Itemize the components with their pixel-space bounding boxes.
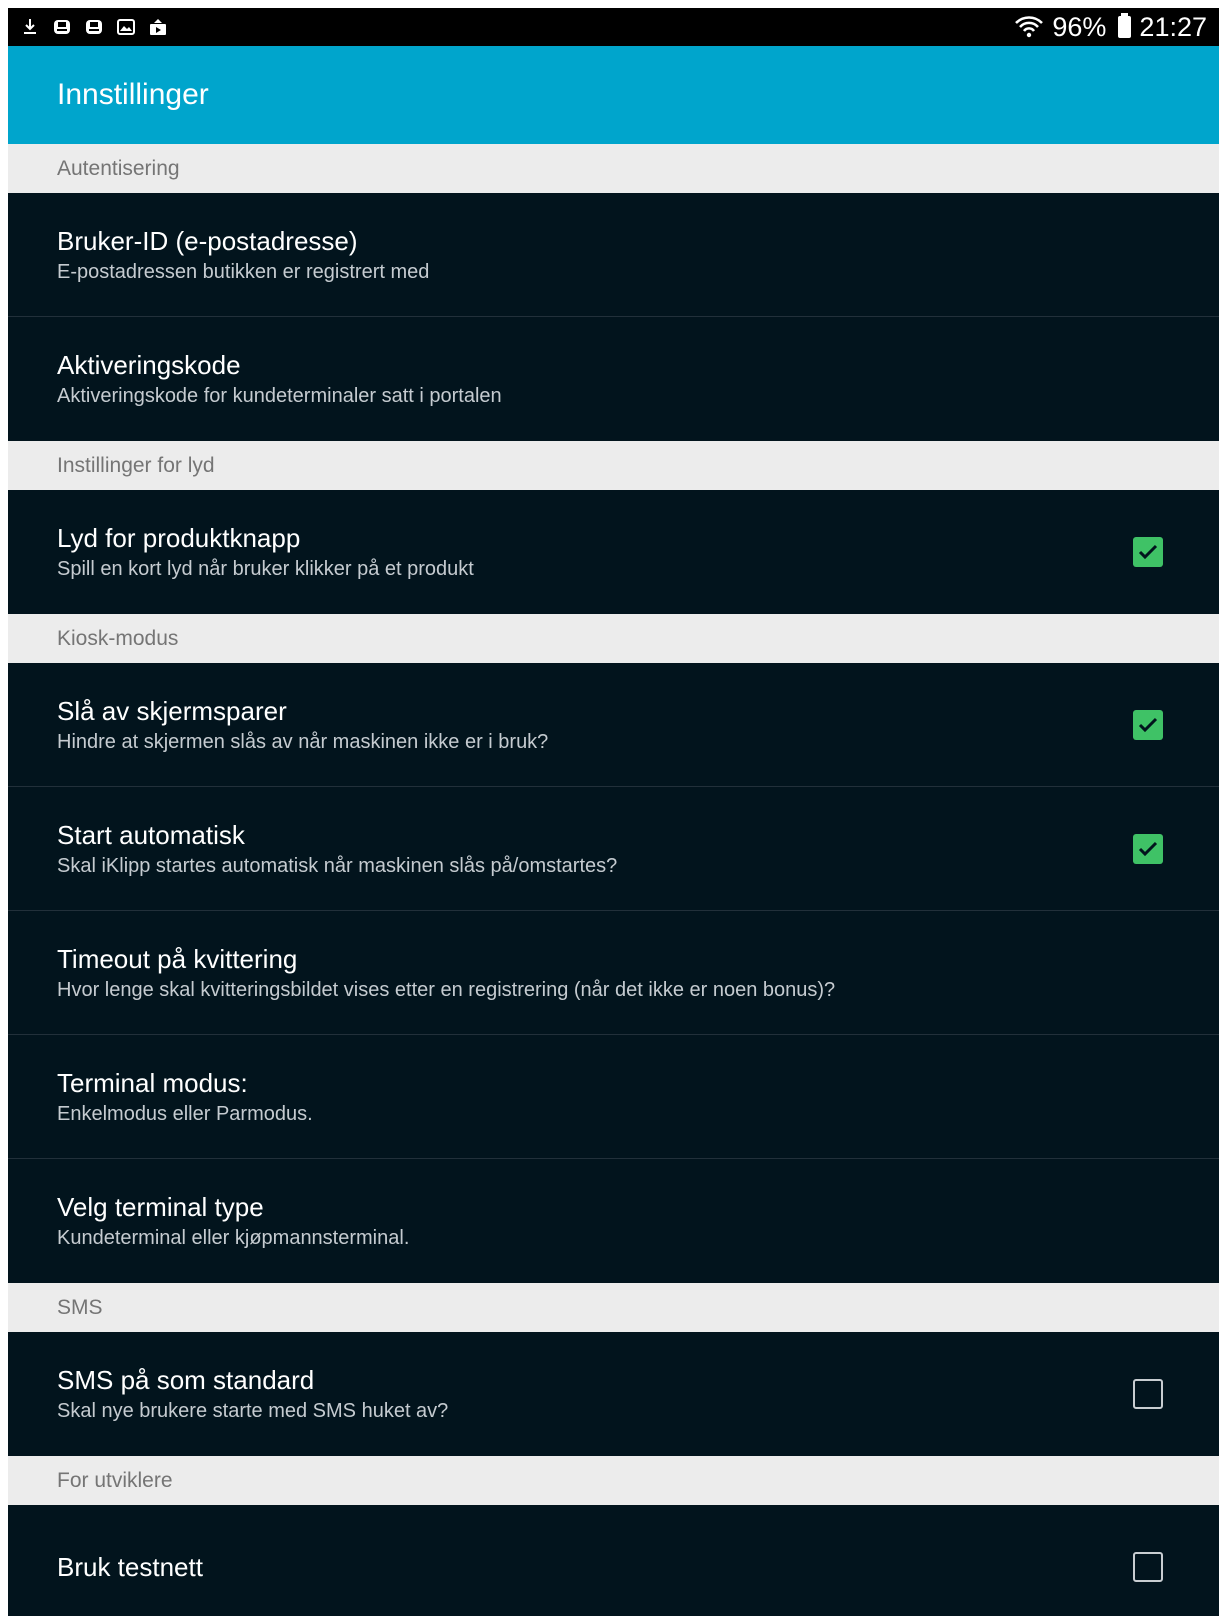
preference-title: Timeout på kvittering	[57, 943, 298, 974]
action-bar: Innstillinger	[8, 46, 1219, 144]
storage-icon	[54, 20, 70, 34]
preference-item[interactable]: Bruker-ID (e-postadresse) E-postadressen …	[8, 193, 1219, 317]
preference-summary: Enkelmodus eller Parmodus.	[57, 1102, 313, 1125]
page-title: Innstillinger	[57, 78, 209, 111]
gallery-icon	[117, 19, 135, 35]
preference-text: Bruk testnett	[57, 1551, 1133, 1583]
preference-text: Timeout på kvittering Hvor lenge skal kvi…	[57, 943, 1163, 1003]
settings-screen: 96% 21:27 Innstillinger Autentisering Bru…	[8, 8, 1219, 1616]
preference-summary: E-postadressen butikken er registrert me…	[57, 260, 430, 283]
preference-title: SMS på som standard	[57, 1365, 315, 1395]
category-header: Autentisering	[8, 144, 1219, 193]
battery-percent: 96%	[1052, 11, 1107, 42]
preference-text: Terminal modus: Enkelmodus eller Parmodus…	[57, 1067, 1163, 1127]
checkmark-icon	[1138, 841, 1158, 856]
preference-text: Velg terminal type Kundeterminal eller kj…	[57, 1191, 1163, 1251]
preference-title: Bruk testnett	[57, 1552, 203, 1582]
status-bar: 96% 21:27	[8, 8, 1219, 46]
preference-title: Start automatisk	[57, 819, 245, 850]
preference-text: SMS på som standard Skal nye brukere star…	[57, 1364, 1133, 1424]
preference-text: Bruker-ID (e-postadresse) E-postadressen …	[57, 225, 1163, 285]
category-header: SMS	[8, 1283, 1219, 1332]
preference-item[interactable]: Lyd for produktknapp Spill en kort lyd nå…	[8, 490, 1219, 614]
checkbox-unchecked[interactable]	[1133, 1552, 1163, 1582]
preference-item[interactable]: SMS på som standard Skal nye brukere star…	[8, 1332, 1219, 1456]
preference-item[interactable]: Slå av skjermsparer Hindre at skjermen sl…	[8, 663, 1219, 787]
battery-icon	[1118, 13, 1132, 38]
category-header: For utviklere	[8, 1456, 1219, 1505]
download-icon	[24, 19, 36, 34]
preference-text: Start automatisk Skal iKlipp startes auto…	[57, 819, 1133, 879]
preference-title: Slå av skjermsparer	[57, 695, 287, 726]
category-header: Instillinger for lyd	[8, 441, 1219, 490]
status-indicators: 96% 21:27	[1014, 12, 1207, 43]
preference-title: Terminal modus:	[57, 1067, 248, 1098]
preference-title: Bruker-ID (e-postadresse)	[57, 225, 358, 256]
preference-summary: Hvor lenge skal kvitteringsbildet vises …	[57, 978, 836, 1001]
preference-title: Aktiveringskode	[57, 350, 241, 380]
preference-list: Autentisering Bruker-ID (e-postadresse) E-…	[8, 144, 1219, 1616]
preference-item[interactable]: Bruk testnett	[8, 1505, 1219, 1616]
preference-text: Lyd for produktknapp Spill en kort lyd nå…	[57, 522, 1133, 582]
checkbox-checked[interactable]	[1133, 833, 1163, 864]
checkbox-unchecked[interactable]	[1133, 1379, 1163, 1409]
storage-icon	[86, 20, 102, 34]
preference-summary: Hindre at skjermen slås av når maskinen …	[57, 730, 549, 753]
category-header: Kiosk-modus	[8, 614, 1219, 663]
preference-item[interactable]: Velg terminal type Kundeterminal eller kj…	[8, 1159, 1219, 1283]
preference-summary: Skal iKlipp startes automatisk når maski…	[57, 854, 618, 877]
checkmark-icon	[1138, 717, 1158, 732]
preference-text: Slå av skjermsparer Hindre at skjermen sl…	[57, 695, 1133, 755]
notification-icons	[20, 17, 168, 37]
wifi-icon	[1015, 16, 1044, 38]
preference-title: Lyd for produktknapp	[57, 523, 301, 553]
preference-title: Velg terminal type	[57, 1192, 264, 1222]
checkbox-checked[interactable]	[1133, 537, 1163, 567]
preference-summary: Kundeterminal eller kjøpmannsterminal.	[57, 1227, 410, 1249]
preference-item[interactable]: Start automatisk Skal iKlipp startes auto…	[8, 787, 1219, 911]
preference-item[interactable]: Timeout på kvittering Hvor lenge skal kvi…	[8, 911, 1219, 1035]
clock: 21:27	[1139, 11, 1207, 42]
preference-item[interactable]: Aktiveringskode Aktiveringskode for kunde…	[8, 317, 1219, 441]
preference-summary: Aktiveringskode for kundeterminaler satt…	[57, 385, 502, 407]
preference-text: Aktiveringskode Aktiveringskode for kunde…	[57, 349, 1163, 409]
checkbox-checked[interactable]	[1133, 709, 1163, 740]
preference-summary: Skal nye brukere starte med SMS huket av…	[57, 1400, 449, 1422]
preference-item[interactable]: Terminal modus: Enkelmodus eller Parmodus…	[8, 1035, 1219, 1159]
upload-icon	[150, 19, 166, 35]
checkmark-icon	[1138, 544, 1158, 560]
preference-summary: Spill en kort lyd når bruker klikker på …	[57, 558, 474, 580]
